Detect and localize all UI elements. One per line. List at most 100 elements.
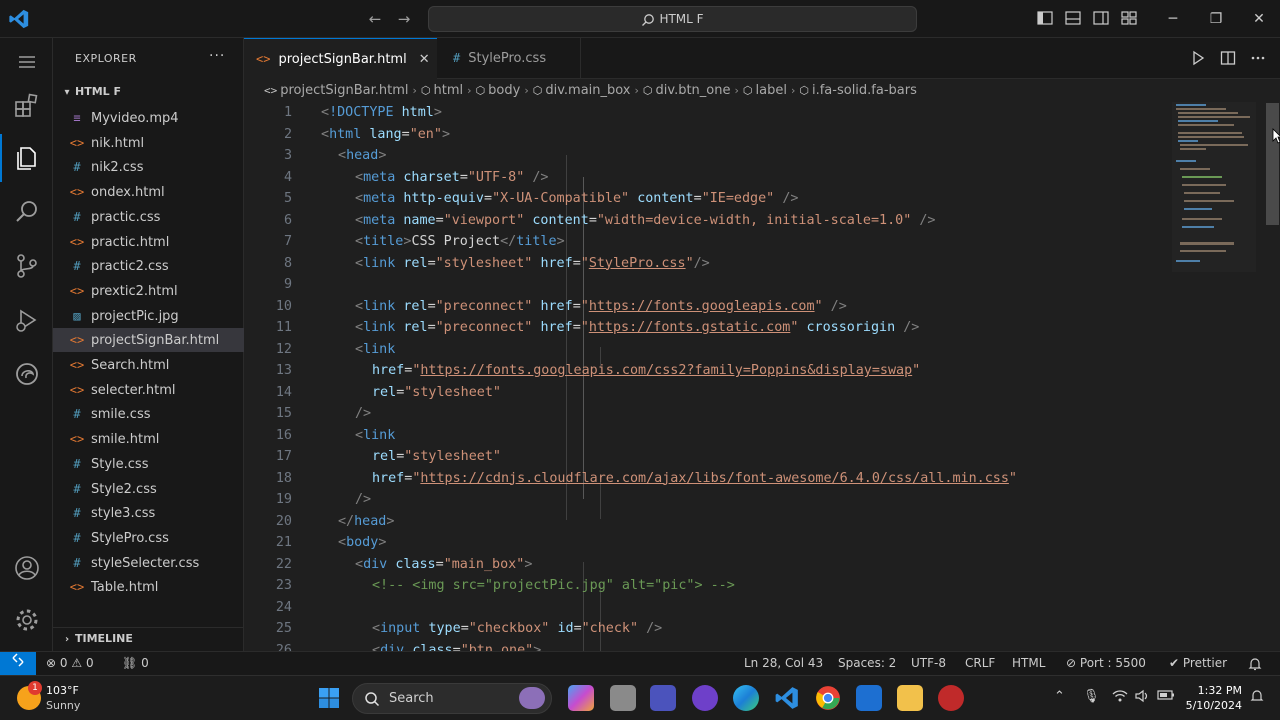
code-line[interactable]: 9 xyxy=(244,274,1164,296)
customize-layout-icon[interactable] xyxy=(1120,9,1138,27)
notifications-bell-icon[interactable] xyxy=(1248,652,1262,675)
split-editor-icon[interactable] xyxy=(1220,50,1236,66)
edge-browser-icon[interactable] xyxy=(733,685,759,711)
code-line[interactable]: 22 <div class="main_box"> xyxy=(244,554,1164,576)
code-line[interactable]: 15 /> xyxy=(244,403,1164,425)
scrollbar-thumb[interactable] xyxy=(1266,103,1279,225)
tab-projectsignbar-html[interactable]: <> projectSignBar.html ✕ xyxy=(244,38,437,79)
menu-icon[interactable] xyxy=(0,38,53,86)
volume-icon[interactable] xyxy=(1134,689,1150,707)
code-line[interactable]: 7 <title>CSS Project</title> xyxy=(244,231,1164,253)
folder-html-f[interactable]: ▾ HTML F xyxy=(53,81,244,103)
remote-app-icon[interactable] xyxy=(856,685,882,711)
more-actions-icon[interactable] xyxy=(1250,50,1266,66)
code-line[interactable]: 25 <input type="checkbox" id="check" /> xyxy=(244,618,1164,640)
breadcrumb-item[interactable]: <> projectSignBar.html xyxy=(264,83,409,98)
chrome-browser-icon[interactable] xyxy=(815,685,841,711)
indentation[interactable]: Spaces: 2 xyxy=(838,652,896,675)
weather-temperature[interactable]: 103°F xyxy=(46,684,79,697)
show-hidden-icons-icon[interactable]: ⌃ xyxy=(1054,689,1065,704)
file-item[interactable]: <> nik.html xyxy=(53,131,244,155)
code-line[interactable]: 23 <!-- <img src="projectPic.jpg" alt="pi… xyxy=(244,575,1164,597)
extensions-icon[interactable] xyxy=(0,82,53,130)
microphone-icon[interactable]: 🎙 xyxy=(1083,689,1100,704)
code-line[interactable]: 2 <html lang="en"> xyxy=(244,124,1164,146)
code-line[interactable]: 16 <link xyxy=(244,425,1164,447)
file-item[interactable]: # Style2.css xyxy=(53,477,244,501)
file-item[interactable]: <> smile.html xyxy=(53,427,244,451)
live-server-port[interactable]: ⊘ Port : 5500 xyxy=(1066,652,1146,675)
toggle-secondary-sidebar-icon[interactable] xyxy=(1092,9,1110,27)
toggle-primary-sidebar-icon[interactable] xyxy=(1036,9,1054,27)
file-app-icon[interactable] xyxy=(610,685,636,711)
tab-stylepro-css[interactable]: # StylePro.css xyxy=(441,38,581,79)
battery-icon[interactable] xyxy=(1157,689,1175,705)
more-actions-icon[interactable]: ··· xyxy=(209,48,225,64)
clock-time[interactable]: 1:32 PM xyxy=(1188,684,1242,697)
breadcrumb-item[interactable]: ⬡ body xyxy=(476,83,521,98)
weather-condition[interactable]: Sunny xyxy=(46,699,80,712)
screen-recorder-icon[interactable] xyxy=(938,685,964,711)
code-line[interactable]: 5 <meta http-equiv="X-UA-Compatible" cont… xyxy=(244,188,1164,210)
file-item[interactable]: <> projectSignBar.html xyxy=(53,328,244,353)
accounts-icon[interactable] xyxy=(0,544,53,592)
code-line[interactable]: 10 <link rel="preconnect" href="https://f… xyxy=(244,296,1164,318)
code-line[interactable]: 18 href="https://cdnjs.cloudflare.com/aja… xyxy=(244,468,1164,490)
code-line[interactable]: 11 <link rel="preconnect" href="https://f… xyxy=(244,317,1164,339)
code-line[interactable]: 3 <head> xyxy=(244,145,1164,167)
code-line[interactable]: 4 <meta charset="UTF-8" /> xyxy=(244,167,1164,189)
file-item[interactable]: <> Table.html xyxy=(53,575,244,599)
windows-start-icon[interactable] xyxy=(318,687,340,709)
code-editor[interactable]: 1 <!DOCTYPE html> 2 <html lang="en"> 3 <head>… xyxy=(244,102,1164,651)
file-item[interactable]: <> Search.html xyxy=(53,353,244,377)
breadcrumb-item[interactable]: ⬡ html xyxy=(421,83,463,98)
end-of-line[interactable]: CRLF xyxy=(965,652,995,675)
file-item[interactable]: # practic.css xyxy=(53,205,244,229)
copilot-app-icon[interactable] xyxy=(568,685,594,711)
edge-devtools-icon[interactable] xyxy=(0,350,53,398)
code-line[interactable]: 19 /> xyxy=(244,489,1164,511)
file-item[interactable]: <> prextic2.html xyxy=(53,279,244,303)
restore-button[interactable]: ❐ xyxy=(1206,9,1226,29)
code-line[interactable]: 24 xyxy=(244,597,1164,619)
file-item[interactable]: # styleSelecter.css xyxy=(53,551,244,575)
notification-center-icon[interactable] xyxy=(1250,689,1264,707)
timeline-section[interactable]: › TIMELINE xyxy=(53,627,244,649)
run-debug-icon[interactable] xyxy=(0,296,53,344)
problems-indicator[interactable]: ⊗ 0 ⚠ 0 xyxy=(46,652,94,675)
cursor-position[interactable]: Ln 28, Col 43 xyxy=(744,652,823,675)
remote-indicator-icon[interactable] xyxy=(0,652,36,675)
file-explorer-icon[interactable] xyxy=(897,685,923,711)
ports-indicator[interactable]: ⛓ 0 xyxy=(122,652,149,675)
source-control-icon[interactable] xyxy=(0,242,53,290)
file-item[interactable]: <> practic.html xyxy=(53,230,244,254)
breadcrumb-item[interactable]: ⬡ div.btn_one xyxy=(643,83,731,98)
close-tab-icon[interactable]: ✕ xyxy=(419,39,430,80)
code-line[interactable]: 12 <link xyxy=(244,339,1164,361)
explorer-icon[interactable] xyxy=(0,134,53,182)
breadcrumb-item[interactable]: ⬡ div.main_box xyxy=(533,83,631,98)
close-window-button[interactable]: ✕ xyxy=(1249,9,1269,29)
file-item[interactable]: # smile.css xyxy=(53,402,244,426)
minimap[interactable] xyxy=(1172,102,1256,272)
code-line[interactable]: 1 <!DOCTYPE html> xyxy=(244,102,1164,124)
search-icon[interactable] xyxy=(0,188,53,236)
file-item[interactable]: <> selecter.html xyxy=(53,378,244,402)
code-line[interactable]: 26 <div class="btn_one"> xyxy=(244,640,1164,652)
code-line[interactable]: 21 <body> xyxy=(244,532,1164,554)
taskbar-search[interactable]: Search xyxy=(352,683,552,714)
code-line[interactable]: 14 rel="stylesheet" xyxy=(244,382,1164,404)
file-item[interactable]: # style3.css xyxy=(53,501,244,525)
toggle-panel-icon[interactable] xyxy=(1064,9,1082,27)
teams-app-icon[interactable] xyxy=(650,685,676,711)
vscode-logo-icon[interactable] xyxy=(8,8,30,30)
file-item[interactable]: ≡ Myvideo.mp4 xyxy=(53,106,244,130)
file-item[interactable]: # practic2.css xyxy=(53,254,244,278)
code-line[interactable]: 6 <meta name="viewport" content="width=de… xyxy=(244,210,1164,232)
back-arrow-icon[interactable]: ← xyxy=(365,9,385,29)
forward-arrow-icon[interactable]: → xyxy=(394,9,414,29)
clock-date[interactable]: 5/10/2024 xyxy=(1184,699,1242,712)
file-item[interactable]: # StylePro.css xyxy=(53,526,244,550)
file-item[interactable]: <> ondex.html xyxy=(53,180,244,204)
language-mode[interactable]: HTML xyxy=(1012,652,1045,675)
